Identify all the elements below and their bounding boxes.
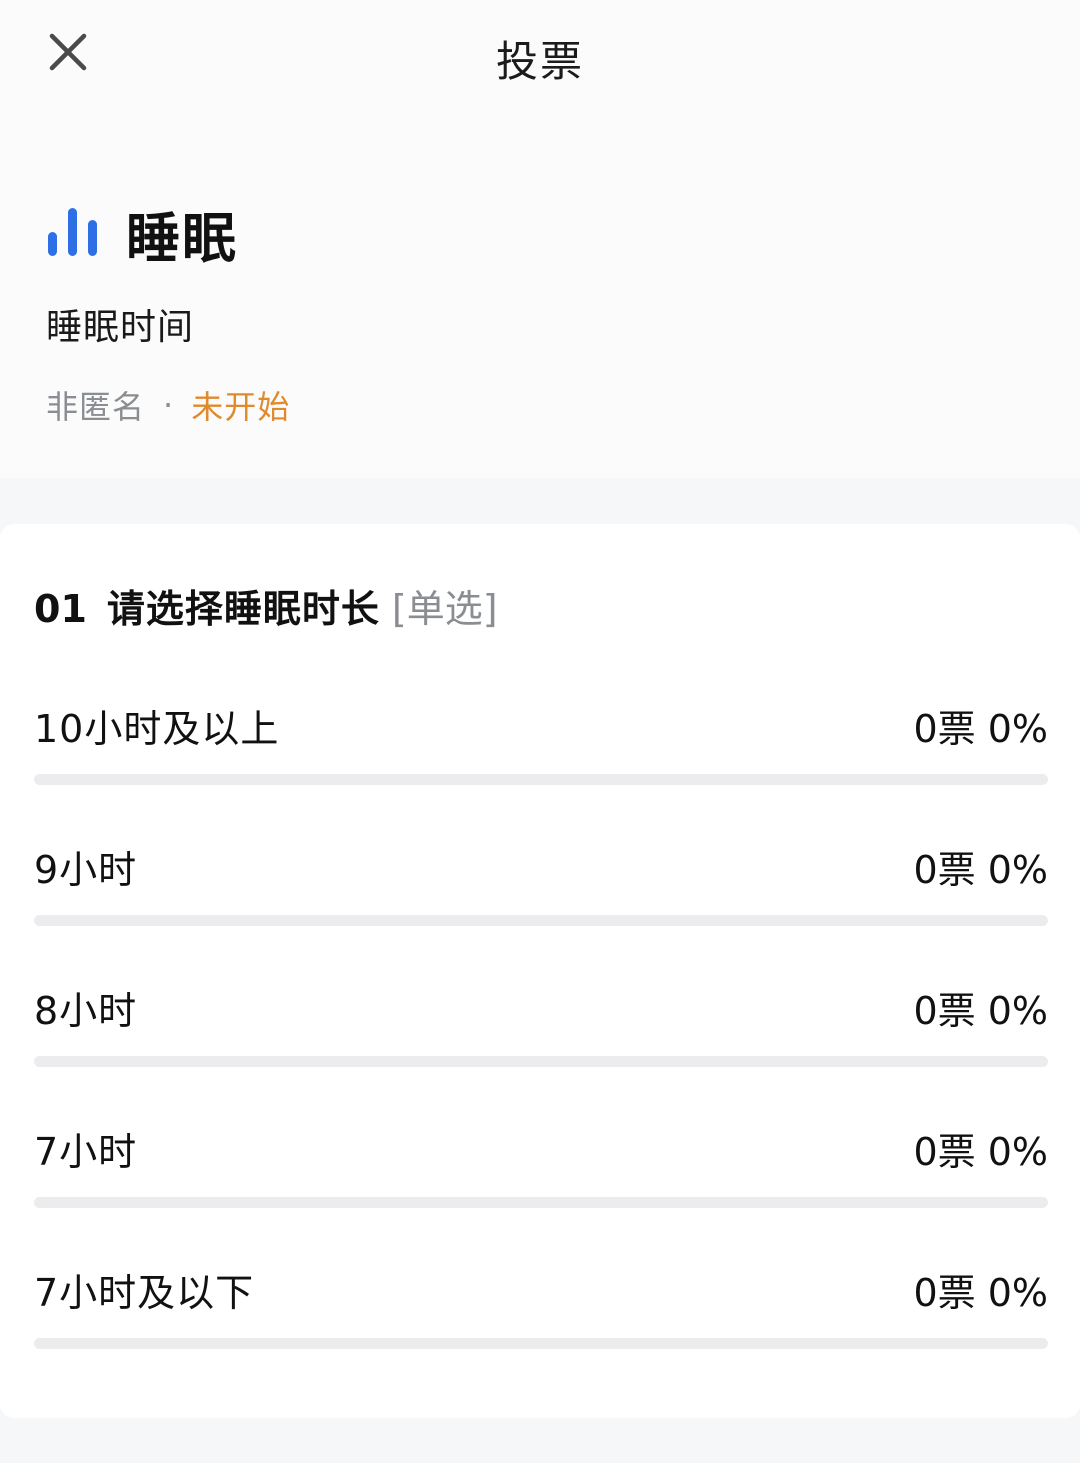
- option-label: 7小时及以下: [34, 1271, 255, 1315]
- poll-description: 睡眠时间: [46, 307, 195, 348]
- meta-separator: ·: [163, 386, 174, 424]
- option-item[interactable]: 10小时及以上 0票 0%: [34, 698, 1048, 818]
- option-stats: 0票 0%: [913, 707, 1048, 751]
- question-header: 01 请选择睡眠时长 [单选]: [34, 578, 498, 633]
- option-item[interactable]: 7小时及以下 0票 0%: [34, 1262, 1048, 1382]
- option-stats: 0票 0%: [913, 1130, 1048, 1174]
- option-label: 9小时: [34, 848, 138, 892]
- option-stats: 0票 0%: [913, 848, 1048, 892]
- status-badge: 未开始: [191, 388, 291, 426]
- question-text: 请选择睡眠时长: [106, 587, 380, 631]
- option-stats: 0票 0%: [913, 989, 1048, 1033]
- question-number: 01: [34, 587, 87, 631]
- bar-chart-icon: [48, 208, 97, 256]
- option-progress-bar: [34, 1056, 1048, 1067]
- option-stats: 0票 0%: [913, 1271, 1048, 1315]
- option-label: 7小时: [34, 1130, 138, 1174]
- option-item[interactable]: 7小时 0票 0%: [34, 1121, 1048, 1241]
- header-bar: 投票: [0, 0, 1080, 110]
- option-progress-bar: [34, 1197, 1048, 1208]
- option-label: 10小时及以上: [34, 707, 280, 751]
- option-progress-bar: [34, 774, 1048, 785]
- anonymity-label: 非匿名: [46, 388, 146, 426]
- option-item[interactable]: 9小时 0票 0%: [34, 839, 1048, 959]
- poll-intro: 睡眠 睡眠时间 非匿名 · 未开始: [0, 110, 1080, 478]
- poll-meta: 非匿名 · 未开始: [46, 382, 290, 428]
- poll-title: 睡眠: [126, 207, 238, 270]
- option-progress-bar: [34, 915, 1048, 926]
- option-label: 8小时: [34, 989, 138, 1033]
- question-card: 01 请选择睡眠时长 [单选] 10小时及以上 0票 0% 9小时 0票 0% …: [0, 524, 1080, 1418]
- option-progress-bar: [34, 1338, 1048, 1349]
- option-item[interactable]: 8小时 0票 0%: [34, 980, 1048, 1100]
- page-title: 投票: [495, 37, 584, 86]
- question-type: [单选]: [391, 587, 498, 631]
